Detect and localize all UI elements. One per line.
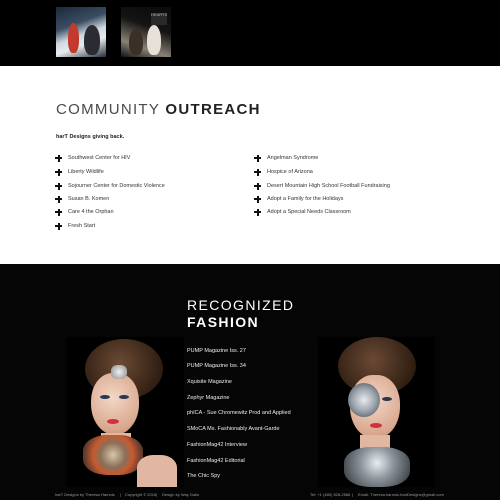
person-figure: [68, 23, 79, 53]
press-link[interactable]: PUMP Magazine Iss. 34: [187, 363, 246, 369]
plus-icon: [55, 168, 62, 176]
press-link[interactable]: Xquisite Magazine: [187, 379, 232, 385]
footer-credit: harT Designs by Theresa Harnois: [55, 491, 115, 497]
charity-list-item[interactable]: Hospice of Arizona: [254, 168, 313, 176]
charity-list-item[interactable]: Adopt a Special Needs Classroom: [254, 208, 351, 216]
charity-link[interactable]: Adopt a Special Needs Classroom: [267, 209, 351, 215]
charity-list-item[interactable]: Liberty Wildlife: [55, 168, 104, 176]
shoulder: [137, 455, 177, 487]
person-figure: [129, 29, 143, 55]
plus-icon: [55, 195, 62, 203]
charity-link[interactable]: Susan B. Komen: [68, 196, 109, 202]
fashion-model-photo-1[interactable]: [67, 337, 184, 487]
charity-list-item[interactable]: Sojourner Center for Domestic Violence: [55, 182, 165, 190]
footer-separator: |: [120, 491, 122, 497]
charity-list-item[interactable]: Fresh Start: [55, 222, 95, 230]
charity-list-item[interactable]: Angelman Syndrome: [254, 154, 318, 162]
heading-thin-text: COMMUNITY: [56, 101, 166, 118]
lips: [107, 419, 119, 424]
press-link[interactable]: FashionMag42 Editorial: [187, 458, 245, 464]
plus-icon: [55, 208, 62, 216]
charity-link[interactable]: Angelman Syndrome: [267, 155, 318, 161]
press-link[interactable]: SMoCA Ms. Fashionably Avant-Garde: [187, 426, 280, 432]
hair-ornament: [111, 365, 127, 379]
statement-necklace: [344, 447, 410, 487]
fashion-model-photo-2[interactable]: [318, 337, 435, 487]
community-outreach-heading: COMMUNITY OUTREACH: [56, 101, 261, 118]
footer-copyright: Copyright © 2016: [125, 491, 157, 497]
person-figure: [84, 25, 100, 55]
footer-phone[interactable]: Tel: +1 (480) 828-2586: [310, 492, 350, 497]
fashion-heading-line1: RECOGNIZED: [187, 297, 295, 313]
plus-icon: [55, 182, 62, 190]
footer-email[interactable]: Email: Theresa.harnois.hartDesigns@gmail…: [358, 492, 444, 497]
plus-icon: [254, 154, 261, 162]
intro-text: harT Designs giving back.: [56, 134, 125, 140]
charity-link[interactable]: Desert Mountain High School Football Fun…: [267, 183, 390, 189]
charity-link[interactable]: Adopt a Family for the Holidays: [267, 196, 343, 202]
eye: [382, 397, 392, 401]
eye: [119, 395, 129, 399]
charity-list-item[interactable]: Southwest Center for HIV: [55, 154, 130, 162]
community-outreach-section: [0, 66, 500, 264]
charity-list-item[interactable]: Adopt a Family for the Holidays: [254, 195, 343, 203]
person-figure: [147, 25, 161, 55]
press-link[interactable]: The Chic Spy: [187, 473, 220, 479]
jeweled-eye-mask: [348, 383, 380, 417]
event-photo-1[interactable]: [56, 7, 106, 57]
plus-icon: [254, 182, 261, 190]
top-gallery-band: HEARTS: [0, 0, 500, 66]
charity-list-item[interactable]: Care 4 the Orphan: [55, 208, 114, 216]
charity-link[interactable]: Care 4 the Orphan: [68, 209, 114, 215]
plus-icon: [254, 208, 261, 216]
charity-link[interactable]: Liberty Wildlife: [68, 169, 104, 175]
charity-link[interactable]: Hospice of Arizona: [267, 169, 313, 175]
press-link[interactable]: PUMP Magazine Iss. 27: [187, 348, 246, 354]
footer-design-link[interactable]: Design by Way Gallo: [162, 492, 199, 497]
event-photo-2[interactable]: HEARTS: [121, 7, 171, 57]
statement-necklace: [83, 435, 143, 475]
press-link[interactable]: phICA - Sue Chromewitz Prod and Applied: [187, 410, 291, 416]
charity-link[interactable]: Sojourner Center for Domestic Violence: [68, 183, 165, 189]
eye: [100, 395, 110, 399]
face: [91, 373, 139, 435]
plus-icon: [254, 168, 261, 176]
plus-icon: [254, 195, 261, 203]
footer-separator: |: [156, 491, 158, 497]
charity-link[interactable]: Fresh Start: [68, 223, 95, 229]
charity-list-item[interactable]: Susan B. Komen: [55, 195, 109, 203]
press-link[interactable]: Zephyr Magazine: [187, 395, 230, 401]
press-link[interactable]: FashionMag42 Interview: [187, 442, 247, 448]
site-footer: harT Designs by Theresa Harnois | Copyri…: [0, 488, 500, 500]
lips: [370, 423, 382, 428]
plus-icon: [55, 154, 62, 162]
heading-bold-text: OUTREACH: [165, 101, 261, 118]
footer-separator: |: [352, 491, 354, 497]
charity-list-item[interactable]: Desert Mountain High School Football Fun…: [254, 182, 390, 190]
fashion-heading-line2: FASHION: [187, 314, 260, 330]
plus-icon: [55, 222, 62, 230]
charity-link[interactable]: Southwest Center for HIV: [68, 155, 130, 161]
sign: HEARTS: [151, 13, 167, 25]
